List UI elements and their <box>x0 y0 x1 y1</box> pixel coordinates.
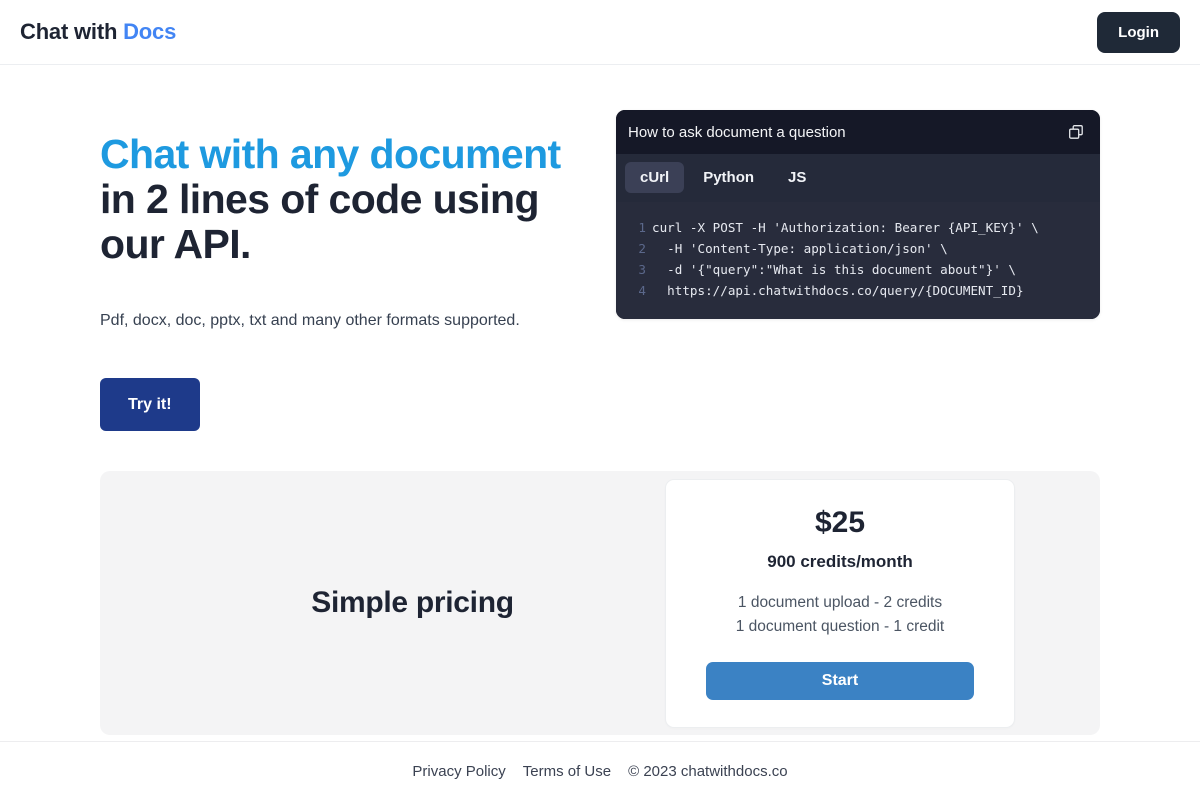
pricing-card: $25 900 credits/month 1 document upload … <box>665 478 1015 728</box>
line-number: 2 <box>638 241 646 256</box>
pricing-section-title: Simple pricing <box>311 586 514 619</box>
code-panel-header: How to ask document a question <box>616 110 1100 154</box>
code-line: 3 -d '{"query":"What is this document ab… <box>616 259 1100 280</box>
tab-python[interactable]: Python <box>688 162 769 193</box>
line-content: -d '{"query":"What is this document abou… <box>652 262 1016 277</box>
line-content: -H 'Content-Type: application/json' \ <box>652 241 948 256</box>
line-number: 4 <box>638 283 646 298</box>
pricing-section: Simple pricing $25 900 credits/month 1 d… <box>100 471 1100 735</box>
hero-copy: Chat with any document in 2 lines of code… <box>100 110 561 431</box>
headline-accent-line: Chat with any document <box>100 131 561 177</box>
copyright-text: © 2023 chatwithdocs.co <box>628 762 788 780</box>
copy-icon[interactable] <box>1068 124 1084 140</box>
code-line: 4 https://api.chatwithdocs.co/query/{DOC… <box>616 280 1100 301</box>
pricing-wrapper: Simple pricing $25 900 credits/month 1 d… <box>0 431 1200 735</box>
price-amount: $25 <box>814 505 866 539</box>
hero-subtext: Pdf, docx, doc, pptx, txt and many other… <box>100 312 520 329</box>
page-title: Chat with any document in 2 lines of code… <box>100 132 561 267</box>
landing-page: Chat with Docs Login Chat with any docum… <box>0 0 1200 800</box>
code-line: 2 -H 'Content-Type: application/json' \ <box>616 238 1100 259</box>
price-feature-item: 1 document upload - 2 credits <box>737 593 943 611</box>
hero-section: Chat with any document in 2 lines of code… <box>0 65 1200 431</box>
site-footer: Privacy Policy Terms of Use © 2023 chatw… <box>0 741 1200 800</box>
start-button[interactable]: Start <box>706 661 974 700</box>
code-block[interactable]: 1 curl -X POST -H 'Authorization: Bearer… <box>616 202 1100 319</box>
login-button[interactable]: Login <box>1097 11 1180 53</box>
code-panel-title: How to ask document a question <box>628 123 846 141</box>
line-content: curl -X POST -H 'Authorization: Bearer {… <box>652 220 1039 235</box>
site-header: Chat with Docs Login <box>0 0 1200 65</box>
headline-rest: in 2 lines of code using our API. <box>100 176 540 267</box>
brand-prefix: Chat with <box>20 19 124 44</box>
code-language-tabs: cUrl Python JS <box>616 154 1100 202</box>
tab-curl[interactable]: cUrl <box>625 162 685 193</box>
code-example-panel: How to ask document a question cUrl Pyth… <box>616 110 1100 319</box>
code-line: 1 curl -X POST -H 'Authorization: Bearer… <box>616 217 1100 238</box>
privacy-policy-link[interactable]: Privacy Policy <box>412 763 505 780</box>
line-number: 3 <box>638 262 646 277</box>
brand-accent: Docs <box>123 19 177 44</box>
try-it-button[interactable]: Try it! <box>100 378 200 431</box>
price-credits: 900 credits/month <box>767 551 913 571</box>
line-content: https://api.chatwithdocs.co/query/{DOCUM… <box>652 283 1024 298</box>
brand-logo[interactable]: Chat with Docs <box>20 19 176 45</box>
terms-of-use-link[interactable]: Terms of Use <box>523 763 611 780</box>
tab-js[interactable]: JS <box>773 162 821 193</box>
price-feature-item: 1 document question - 1 credit <box>735 617 945 635</box>
line-number: 1 <box>638 220 646 235</box>
price-features: 1 document upload - 2 credits 1 document… <box>706 591 974 638</box>
